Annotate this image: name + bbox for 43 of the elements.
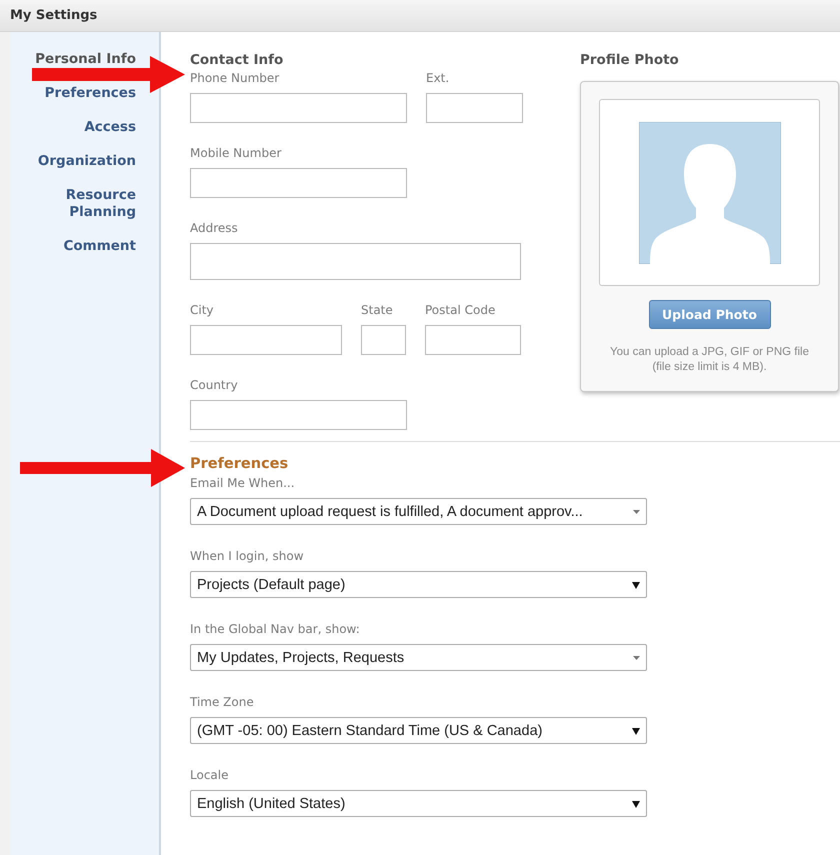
section-heading: Profile Photo xyxy=(580,52,680,68)
sidebar-item[interactable]: Personal Info xyxy=(35,51,136,68)
caret-icon xyxy=(632,726,640,734)
field-label: City xyxy=(190,303,215,317)
field-label: Mobile Number xyxy=(190,146,282,160)
dropdown[interactable]: English (United States) xyxy=(190,790,647,817)
sidebar-item[interactable]: Comment xyxy=(63,238,136,255)
section-heading: Preferences xyxy=(190,456,290,472)
field-label: Ext. xyxy=(426,71,450,85)
input-field[interactable] xyxy=(425,325,521,355)
caret-icon xyxy=(632,580,640,588)
field-label: Email Me When... xyxy=(190,476,296,490)
upload-note: You can upload a JPG, GIF or PNG file (file size limit is 4 MB). xyxy=(608,345,810,375)
caret-icon xyxy=(632,800,640,808)
field-label: State xyxy=(361,303,394,317)
sidebar-item[interactable]: Organization xyxy=(38,153,136,170)
caret-icon xyxy=(633,510,640,514)
caret-icon xyxy=(633,656,640,660)
field-label: Address xyxy=(190,221,239,235)
sidebar-item[interactable]: Resource Planning xyxy=(36,187,136,221)
input-field[interactable] xyxy=(190,93,407,123)
dropdown[interactable]: (GMT -05: 00) Eastern Standard Time (US & Canada) xyxy=(190,717,647,744)
input-field[interactable] xyxy=(426,93,523,123)
input-field[interactable] xyxy=(361,325,406,355)
sidebar-item[interactable]: Preferences xyxy=(44,85,136,102)
field-label: In the Global Nav bar, show: xyxy=(190,622,361,636)
window-title: My Settings xyxy=(10,8,98,23)
field-label: Country xyxy=(190,378,239,392)
input-field[interactable] xyxy=(190,400,407,430)
field-label: Phone Number xyxy=(190,71,280,85)
sidebar-item[interactable]: Access xyxy=(84,119,136,136)
field-label: Locale xyxy=(190,768,230,782)
input-field[interactable] xyxy=(190,325,342,355)
dropdown[interactable]: My Updates, Projects, Requests xyxy=(190,644,647,671)
section-heading: Contact Info xyxy=(190,52,284,68)
avatar-icon xyxy=(638,122,780,264)
dropdown[interactable]: Projects (Default page) xyxy=(190,571,647,598)
field-label: When I login, show xyxy=(190,549,305,563)
dropdown[interactable]: A Document upload request is fulfilled, A document approv... xyxy=(190,498,647,525)
field-label: Time Zone xyxy=(190,695,255,709)
input-field[interactable] xyxy=(190,168,407,198)
input-field[interactable] xyxy=(190,243,521,280)
field-label: Postal Code xyxy=(425,303,496,317)
